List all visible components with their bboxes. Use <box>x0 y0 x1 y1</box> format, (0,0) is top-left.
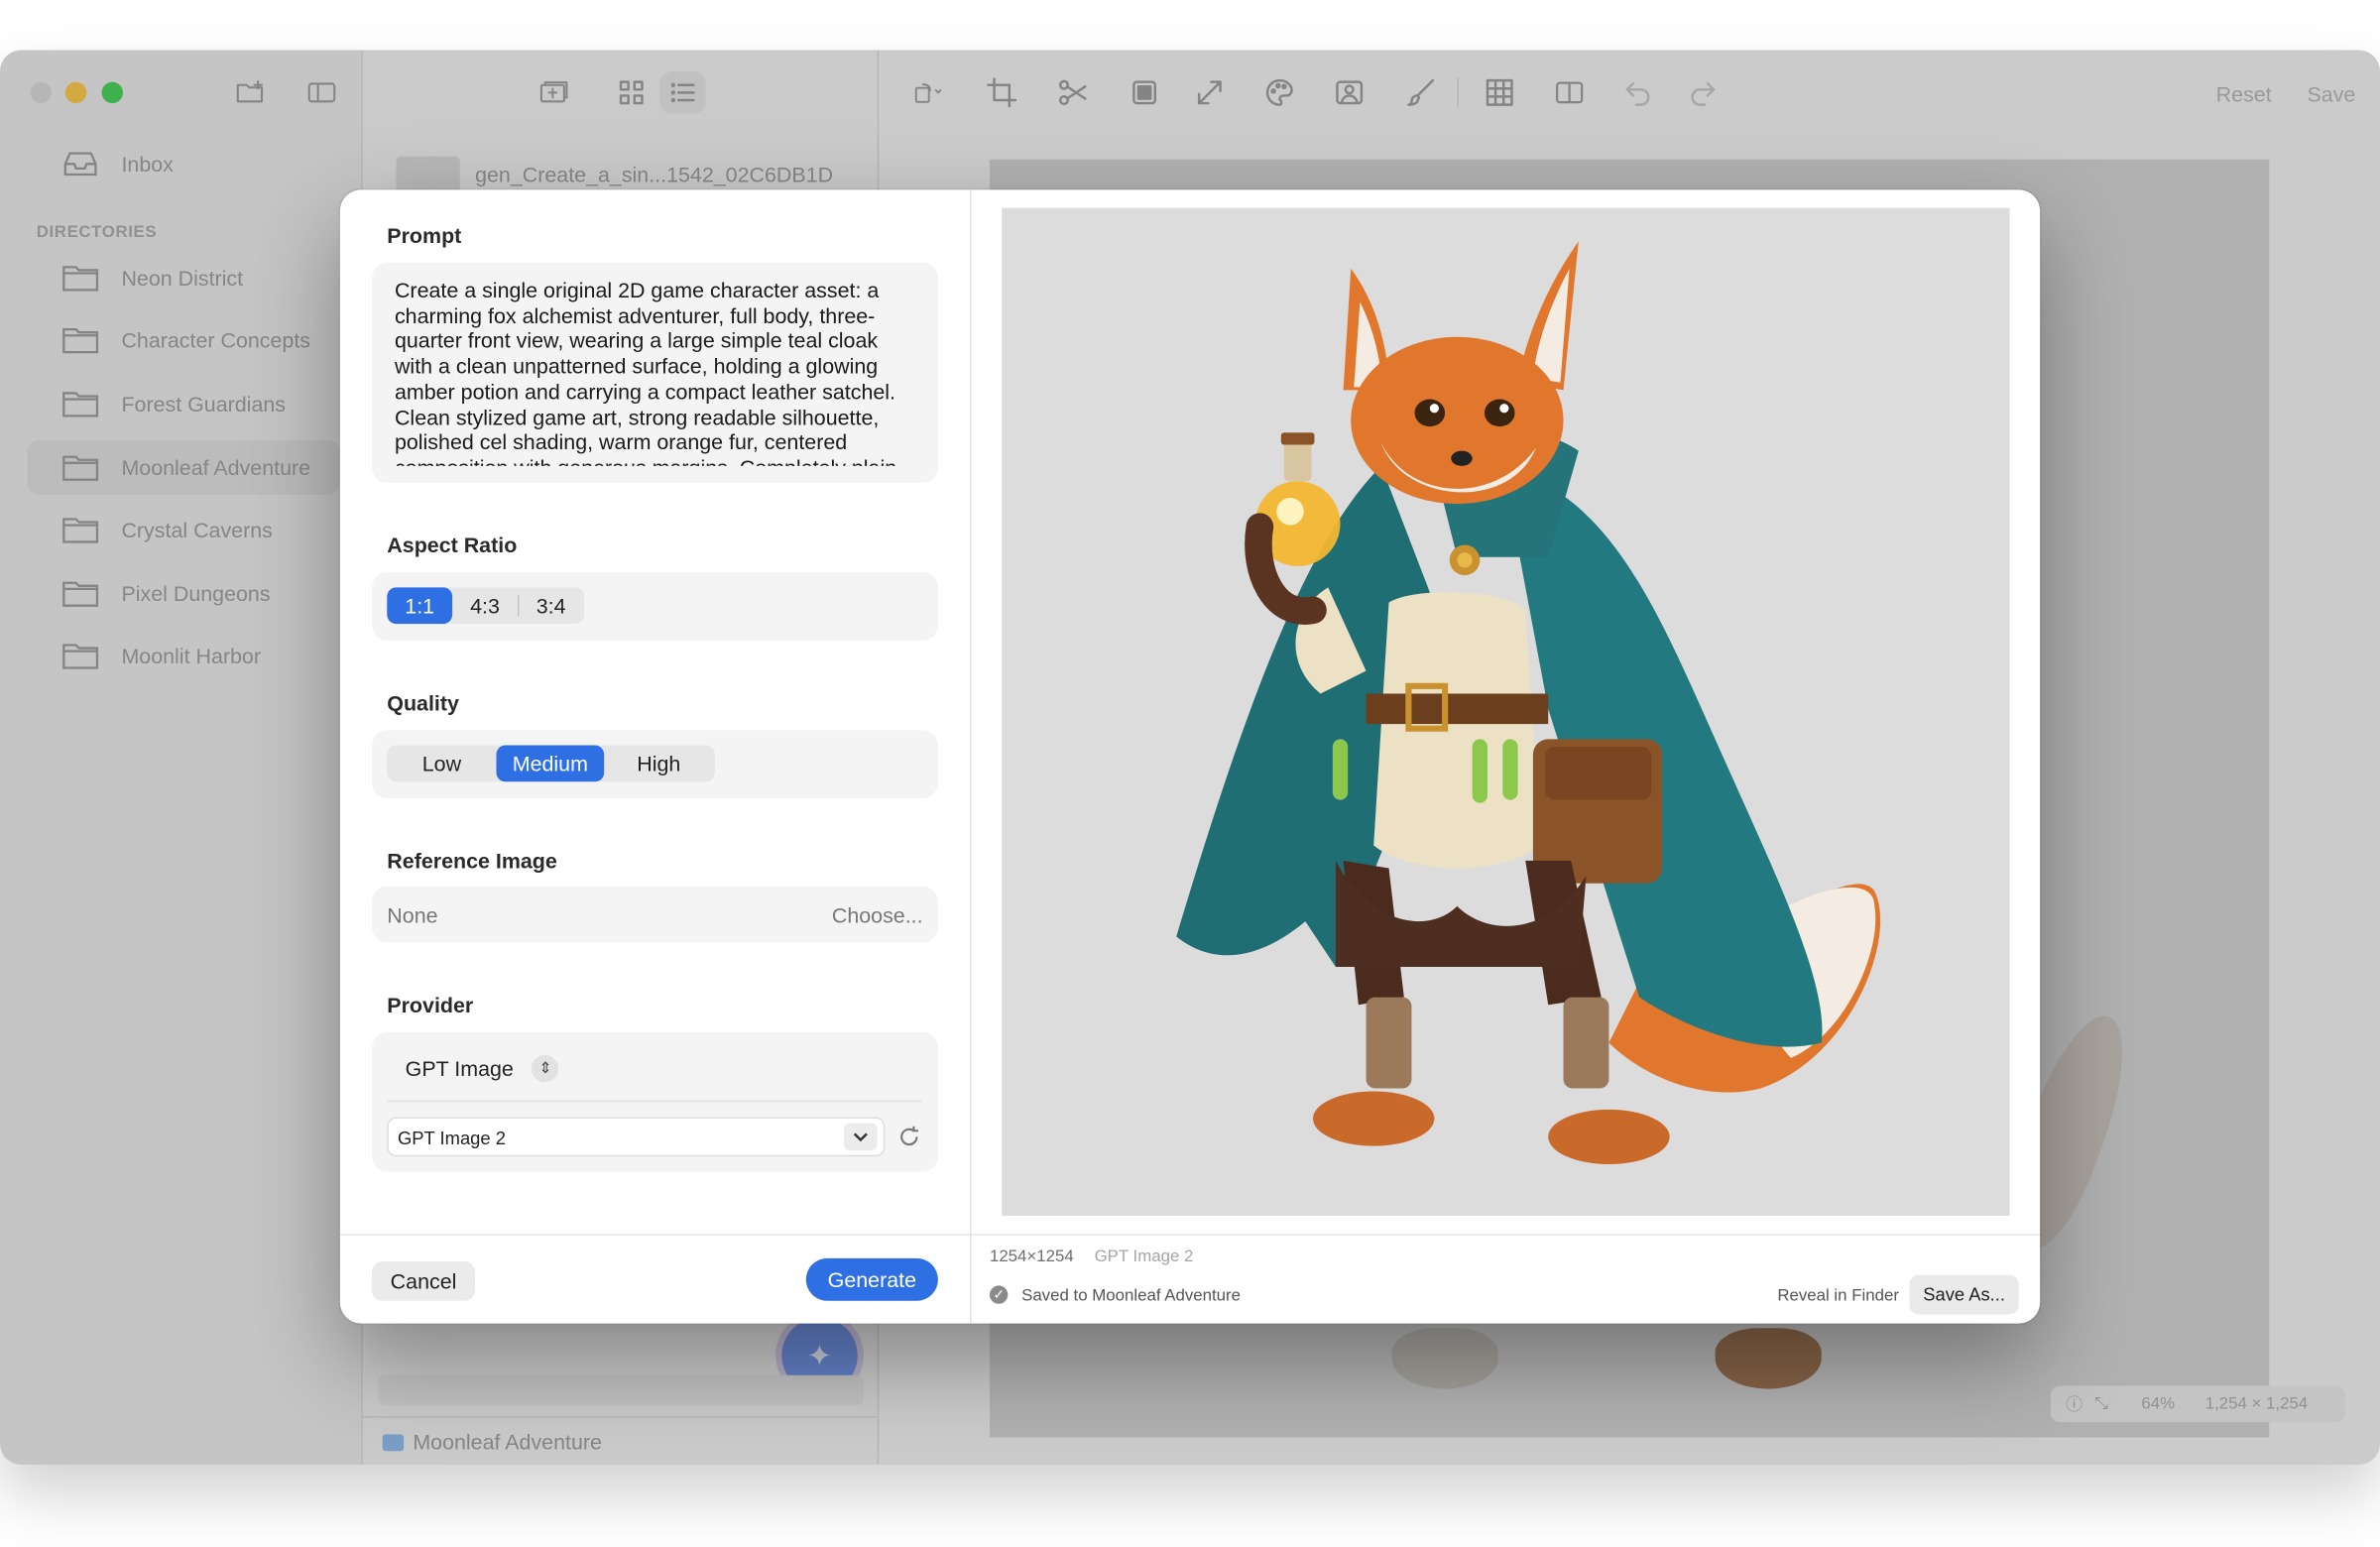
provider-value: GPT Image <box>405 1056 514 1081</box>
reveal-in-finder-button[interactable]: Reveal in Finder <box>1777 1287 1899 1305</box>
checkmark-icon: ✓ <box>989 1285 1009 1304</box>
aspect-option-3-4[interactable]: 3:4 <box>519 587 582 624</box>
quality-option-low[interactable]: Low <box>387 746 496 782</box>
quality-option-high[interactable]: High <box>604 746 713 782</box>
quality-segmented-control: Low Medium High <box>387 745 715 782</box>
aspect-ratio-box: 1:1 4:3 3:4 <box>371 572 938 641</box>
generate-image-dialog: Prompt Create a single original 2D game … <box>339 189 2041 1324</box>
settings-panel: Prompt Create a single original 2D game … <box>339 189 972 1324</box>
aspect-option-4-3[interactable]: 4:3 <box>452 587 518 624</box>
footer-divider <box>339 1234 971 1236</box>
reference-image-value: None <box>387 902 438 928</box>
quality-box: Low Medium High <box>371 730 938 799</box>
prompt-title: Prompt <box>387 222 462 248</box>
refresh-icon[interactable] <box>897 1125 921 1148</box>
screen: Inbox DIRECTORIES Neon District Characte… <box>0 0 2380 1547</box>
provider-title: Provider <box>387 993 474 1017</box>
fox-alchemist-image <box>1176 241 1881 1164</box>
up-down-chevron-icon: ⇕ <box>532 1054 559 1083</box>
result-dimensions: 1254×1254 <box>989 1248 1074 1266</box>
provider-box: GPT Image ⇕ GPT Image 2 <box>371 1031 938 1172</box>
save-as-button[interactable]: Save As... <box>1909 1274 2019 1315</box>
prompt-textarea[interactable]: Create a single original 2D game charact… <box>395 278 913 466</box>
provider-select[interactable]: GPT Image ⇕ <box>405 1054 559 1083</box>
result-model: GPT Image 2 <box>1094 1248 1194 1266</box>
reference-image-title: Reference Image <box>387 848 557 874</box>
model-value: GPT Image 2 <box>398 1128 506 1149</box>
footer-divider <box>971 1234 2041 1236</box>
quality-title: Quality <box>387 690 459 715</box>
cancel-button[interactable]: Cancel <box>371 1260 476 1301</box>
aspect-ratio-title: Aspect Ratio <box>387 533 518 557</box>
prompt-box: Create a single original 2D game charact… <box>371 262 938 483</box>
result-panel: 1254×1254 GPT Image 2 ✓ Saved to Moonlea… <box>971 189 2041 1323</box>
generate-button[interactable]: Generate <box>805 1257 938 1301</box>
reference-image-box[interactable]: None Choose... <box>371 886 938 943</box>
saved-status: Saved to Moonleaf Adventure <box>1021 1286 1242 1306</box>
choose-reference-button[interactable]: Choose... <box>832 903 923 927</box>
aspect-option-1-1[interactable]: 1:1 <box>387 587 453 625</box>
quality-option-medium[interactable]: Medium <box>496 745 605 782</box>
model-select[interactable]: GPT Image 2 <box>387 1117 886 1157</box>
aspect-ratio-segmented-control: 1:1 4:3 3:4 <box>387 587 585 625</box>
generated-image-preview <box>1002 207 2010 1217</box>
divider <box>387 1100 923 1103</box>
chevron-down-icon <box>844 1123 878 1151</box>
